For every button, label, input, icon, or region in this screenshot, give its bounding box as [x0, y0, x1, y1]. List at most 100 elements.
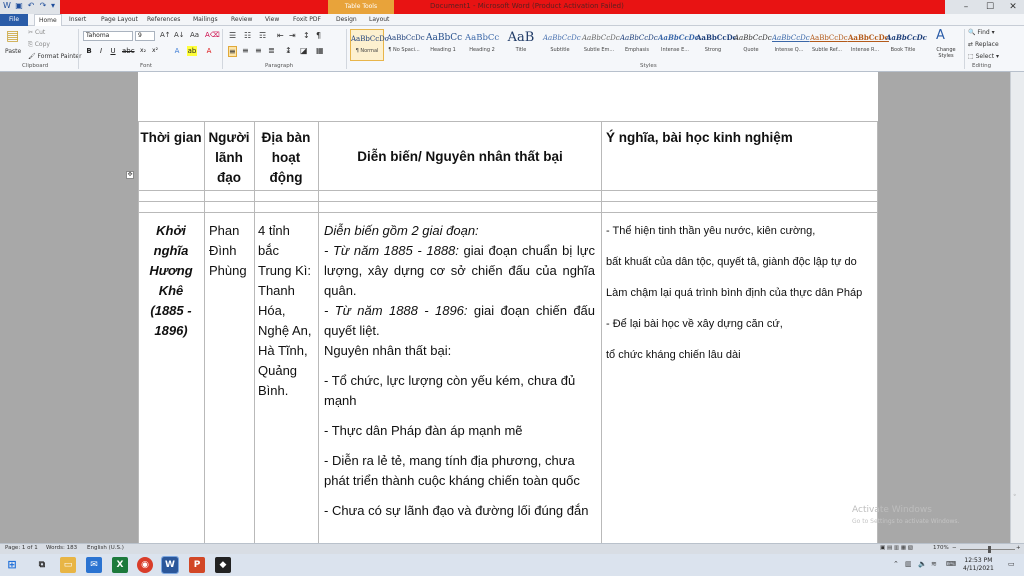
style-no-spacing[interactable]: AaBbCcDc ¶ No Spaci...: [387, 29, 425, 61]
style-emphasis[interactable]: AaBbCcDc Emphasis: [620, 29, 658, 61]
chrome-icon[interactable]: ◉: [137, 557, 153, 573]
align-center-icon[interactable]: ≡: [242, 46, 249, 55]
style-subtle-reference[interactable]: AaBbCcDc Subtle Ref...: [810, 29, 848, 61]
zoom-in-icon[interactable]: +: [1016, 545, 1021, 551]
style-title[interactable]: AaB Title: [504, 29, 538, 61]
zoom-slider-thumb[interactable]: [988, 546, 991, 553]
format-painter-button[interactable]: 🖌 Format Painter: [28, 53, 82, 60]
copy-button[interactable]: ⎘ Copy: [28, 41, 50, 49]
zoom-out-icon[interactable]: −: [952, 545, 957, 551]
align-left-icon[interactable]: ≡: [228, 46, 237, 57]
underline-icon[interactable]: U: [108, 46, 118, 56]
font-color-icon[interactable]: A: [204, 46, 214, 56]
select-button[interactable]: ⬚ Select ▾: [968, 53, 999, 60]
style-intense-emphasis[interactable]: AaBbCcDc Intense E...: [658, 29, 699, 61]
browse-object-icon[interactable]: ◦: [1013, 492, 1017, 499]
highlight-color-icon[interactable]: ab: [187, 46, 197, 56]
word-count[interactable]: Words: 183: [46, 545, 77, 551]
shading-icon[interactable]: ◪: [300, 46, 308, 55]
strikethrough-icon[interactable]: abc: [122, 46, 135, 56]
minimize-button[interactable]: –: [958, 1, 974, 13]
save-icon[interactable]: ▣: [14, 1, 24, 11]
tab-design[interactable]: Design: [336, 14, 357, 26]
borders-icon[interactable]: ▦: [316, 46, 324, 55]
multilevel-list-icon[interactable]: ☶: [259, 31, 266, 40]
sort-icon[interactable]: ↕: [303, 31, 310, 40]
word-logo-icon[interactable]: W: [2, 1, 12, 11]
align-right-icon[interactable]: ≡: [255, 46, 262, 55]
change-styles-button[interactable]: Change Styles: [932, 47, 960, 59]
style-heading-2[interactable]: AaBbCc Heading 2: [465, 29, 499, 61]
volume-icon[interactable]: 🔈: [918, 560, 927, 568]
excel-icon[interactable]: X: [112, 557, 128, 573]
line-spacing-icon[interactable]: ↨: [285, 46, 292, 55]
clock[interactable]: 12:53 PM 4/11/2021: [963, 557, 994, 573]
start-icon[interactable]: ⊞: [4, 557, 20, 573]
tab-review[interactable]: Review: [231, 14, 252, 26]
tab-foxit-pdf[interactable]: Foxit PDF: [293, 14, 321, 26]
style-subtle-emphasis[interactable]: AaBbCcDc Subtle Em...: [582, 29, 620, 61]
tab-view[interactable]: View: [265, 14, 279, 26]
style-heading-1[interactable]: AaBbCc Heading 1: [426, 29, 462, 61]
justify-icon[interactable]: ≣: [268, 46, 275, 55]
network-icon[interactable]: ▥: [905, 560, 912, 568]
style-subtitle[interactable]: AaBbCcDc Subtitle: [543, 29, 581, 61]
file-explorer-icon[interactable]: ▭: [60, 557, 76, 573]
paste-icon[interactable]: ▤: [6, 28, 19, 44]
language-tray-icon[interactable]: ⌨: [946, 560, 956, 568]
change-case-icon[interactable]: Aa: [190, 31, 199, 39]
increase-indent-icon[interactable]: ⇥: [289, 31, 296, 40]
style-strong[interactable]: AaBbCcDc Strong: [696, 29, 737, 61]
font-size-select[interactable]: 9: [135, 31, 155, 41]
notifications-icon[interactable]: ▭: [1008, 560, 1015, 568]
view-buttons[interactable]: ▣ ▤ ▥ ▦ ▧: [880, 545, 913, 551]
grow-font-icon[interactable]: A↑: [160, 31, 171, 39]
mail-icon[interactable]: ✉: [86, 557, 102, 573]
subscript-icon[interactable]: x₂: [138, 46, 148, 56]
zoom-level[interactable]: 170%: [933, 545, 949, 551]
superscript-icon[interactable]: x²: [150, 46, 160, 56]
clear-formatting-icon[interactable]: A⌫: [205, 31, 220, 39]
style-intense-quote[interactable]: AaBbCcDc Intense Q...: [772, 29, 810, 61]
maximize-button[interactable]: ☐: [982, 1, 998, 13]
paste-button[interactable]: Paste: [5, 48, 21, 55]
tab-references[interactable]: References: [147, 14, 180, 26]
word-icon[interactable]: W: [161, 556, 179, 574]
page-count[interactable]: Page: 1 of 1: [5, 545, 38, 551]
powerpoint-icon[interactable]: P: [189, 557, 205, 573]
tab-file[interactable]: File: [0, 14, 28, 26]
shrink-font-icon[interactable]: A↓: [174, 31, 185, 39]
numbering-icon[interactable]: ☷: [244, 31, 251, 40]
style-intense-reference[interactable]: AaBbCcDc Intense R...: [848, 29, 889, 61]
table-move-handle-icon[interactable]: ✥: [126, 171, 134, 179]
italic-icon[interactable]: I: [96, 46, 106, 56]
language-indicator[interactable]: English (U.S.): [87, 545, 124, 551]
tab-insert[interactable]: Insert: [69, 14, 86, 26]
task-view-icon[interactable]: ⧉: [34, 557, 50, 573]
show-marks-icon[interactable]: ¶: [316, 31, 321, 40]
tray-chevron-icon[interactable]: ⌃: [893, 560, 899, 568]
font-family-select[interactable]: Tahoma: [83, 31, 133, 41]
tab-page-layout[interactable]: Page Layout: [101, 14, 138, 26]
text-effects-icon[interactable]: A: [172, 46, 182, 56]
find-button[interactable]: 🔍 Find ▾: [968, 29, 995, 36]
cut-button[interactable]: ✂ Cut: [28, 29, 45, 36]
redo-icon[interactable]: ↷: [38, 1, 48, 11]
tab-home[interactable]: Home: [34, 14, 62, 26]
app-icon[interactable]: ◆: [215, 557, 231, 573]
tab-mailings[interactable]: Mailings: [193, 14, 218, 26]
style-normal[interactable]: AaBbCcDc ¶ Normal: [350, 29, 389, 61]
undo-icon[interactable]: ↶: [26, 1, 36, 11]
decrease-indent-icon[interactable]: ⇤: [277, 31, 284, 40]
vertical-scrollbar[interactable]: ◦: [1010, 72, 1024, 543]
style-quote[interactable]: AaBbCcDc Quote: [734, 29, 772, 61]
customize-qat-icon[interactable]: ▾: [48, 1, 58, 11]
bullets-icon[interactable]: ☰: [229, 31, 236, 40]
document-page[interactable]: Thời gian Người lãnh đạo Địa bàn hoạt độ…: [138, 72, 878, 543]
change-styles-icon[interactable]: A: [936, 28, 945, 43]
close-button[interactable]: ✕: [1005, 1, 1021, 13]
wifi-icon[interactable]: ≋: [931, 560, 937, 568]
bold-icon[interactable]: B: [84, 46, 94, 56]
tab-layout[interactable]: Layout: [369, 14, 389, 26]
style-book-title[interactable]: AaBbCcDc Book Title: [886, 29, 927, 61]
